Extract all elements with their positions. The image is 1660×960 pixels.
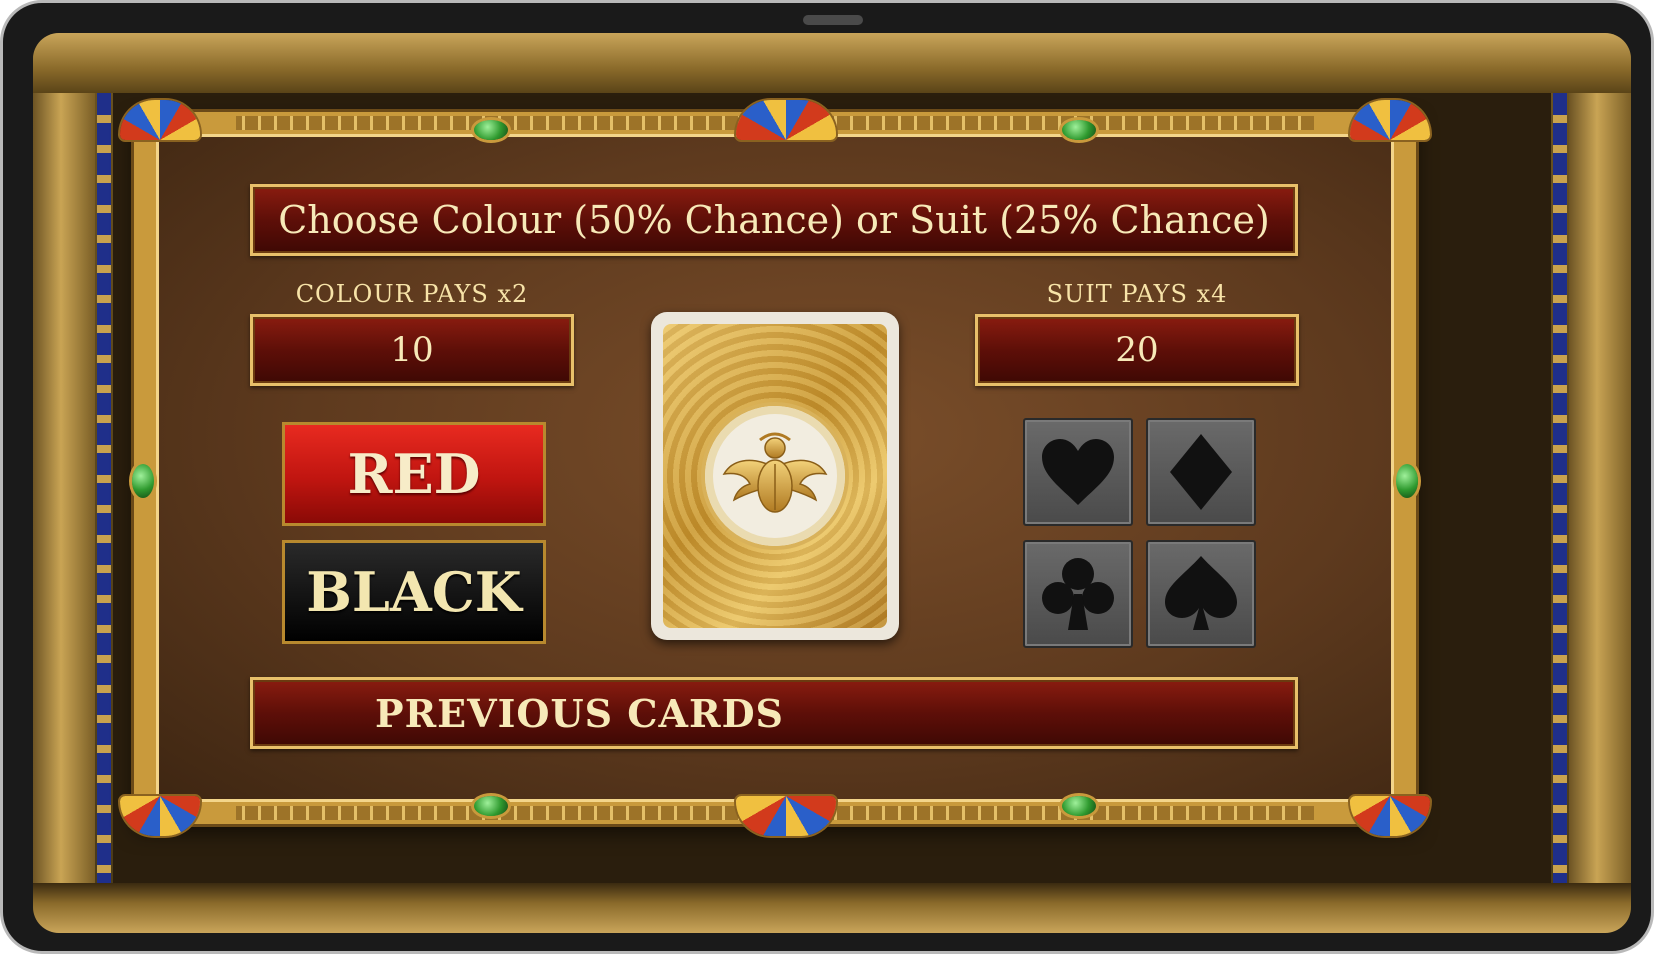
club-suit-button[interactable] [1023,540,1133,648]
temple-lintel [33,33,1631,93]
suit-pays-value: 20 [975,314,1299,386]
card-medallion [705,406,845,546]
suit-pays-label: SUIT PAYS x4 [1046,280,1228,308]
spade-icon [1165,556,1237,630]
emerald-gem-icon [474,120,508,140]
left-stripe [97,93,111,883]
colour-pays-label: COLOUR PAYS x2 [295,280,529,308]
dialog-title: Choose Colour (50% Chance) or Suit (25% … [250,184,1298,256]
card-back [663,324,887,628]
temple-base [33,883,1631,933]
emerald-gem-icon [132,464,154,498]
left-pillar [33,93,95,883]
face-down-card [651,312,899,640]
right-pillar [1569,93,1631,883]
diamond-icon [1170,434,1232,510]
emerald-gem-icon [1062,796,1096,816]
emerald-gem-icon [1396,464,1418,498]
emerald-gem-icon [474,796,508,816]
emerald-gem-icon [1062,120,1096,140]
diamond-suit-button[interactable] [1146,418,1256,526]
black-button[interactable]: BLACK [282,540,546,644]
lotus-ornament-icon [736,100,836,140]
right-stripe [1553,93,1567,883]
club-icon [1042,558,1114,630]
device-notch [803,15,863,25]
scarab-icon [722,432,828,513]
colour-pays-value: 10 [250,314,574,386]
heart-suit-button[interactable] [1023,418,1133,526]
previous-cards-label: PREVIOUS CARDS [250,677,1298,749]
heart-icon [1042,439,1114,505]
red-button[interactable]: RED [282,422,546,526]
spade-suit-button[interactable] [1146,540,1256,648]
